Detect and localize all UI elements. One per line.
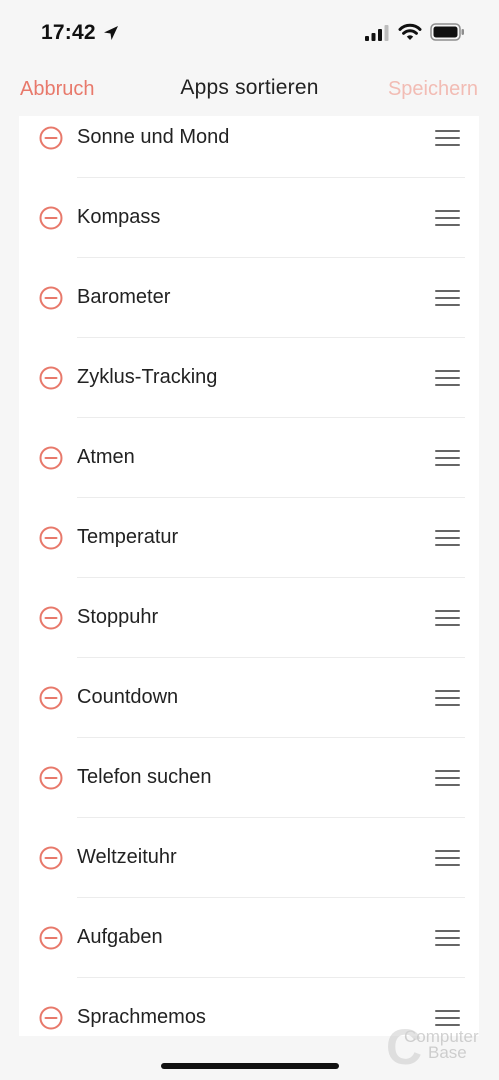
drag-handle-icon[interactable] <box>435 768 460 788</box>
remove-circle-icon[interactable] <box>39 686 63 710</box>
app-name-label: Zyklus-Tracking <box>77 366 218 388</box>
save-button[interactable]: Speichern <box>388 78 478 101</box>
app-name-label: Weltzeituhr <box>77 846 177 868</box>
remove-circle-icon[interactable] <box>39 766 63 790</box>
list-item[interactable]: Zyklus-Tracking <box>19 338 479 418</box>
list-item[interactable]: Barometer <box>19 258 479 338</box>
cellular-signal-icon <box>365 25 389 41</box>
battery-icon <box>430 23 464 41</box>
app-name-label: Kompass <box>77 206 161 228</box>
drag-handle-icon[interactable] <box>435 448 460 468</box>
status-time: 17:42 <box>41 21 96 44</box>
app-name-label: Countdown <box>77 686 179 708</box>
wifi-icon <box>398 23 422 40</box>
list-item[interactable]: Kompass <box>19 178 479 258</box>
remove-circle-icon[interactable] <box>39 606 63 630</box>
list-item[interactable]: Sonne und Mond <box>19 116 479 178</box>
drag-handle-icon[interactable] <box>435 848 460 868</box>
remove-circle-icon[interactable] <box>39 846 63 870</box>
list-item[interactable]: Atmen <box>19 418 479 498</box>
remove-circle-icon[interactable] <box>39 526 63 550</box>
app-name-label: Stoppuhr <box>77 606 159 628</box>
app-name-label: Atmen <box>77 446 135 468</box>
watermark-line-2: Base <box>428 1043 467 1062</box>
list-item[interactable]: Weltzeituhr <box>19 818 479 898</box>
drag-handle-icon[interactable] <box>435 928 460 948</box>
remove-circle-icon[interactable] <box>39 206 63 230</box>
list-item[interactable]: Stoppuhr <box>19 578 479 658</box>
app-name-label: Sonne und Mond <box>77 126 230 148</box>
drag-handle-icon[interactable] <box>435 128 460 148</box>
home-indicator[interactable] <box>161 1063 339 1069</box>
drag-handle-icon[interactable] <box>435 528 460 548</box>
list-item[interactable]: Aufgaben <box>19 898 479 978</box>
list-item[interactable]: Telefon suchen <box>19 738 479 818</box>
app-name-label: Telefon suchen <box>77 766 212 788</box>
app-name-label: Temperatur <box>77 526 179 548</box>
nav-bar: Abbruch Apps sortieren Speichern <box>0 64 499 116</box>
drag-handle-icon[interactable] <box>435 688 460 708</box>
app-name-label: Barometer <box>77 286 171 308</box>
list-item[interactable]: Countdown <box>19 658 479 738</box>
drag-handle-icon[interactable] <box>435 208 460 228</box>
remove-circle-icon[interactable] <box>39 926 63 950</box>
remove-circle-icon[interactable] <box>39 446 63 470</box>
remove-circle-icon[interactable] <box>39 1006 63 1030</box>
list-item[interactable]: Temperatur <box>19 498 479 578</box>
location-arrow-icon <box>104 26 118 40</box>
app-name-label: Sprachmemos <box>77 1006 206 1028</box>
remove-circle-icon[interactable] <box>39 126 63 150</box>
app-name-label: Aufgaben <box>77 926 163 948</box>
status-bar: 17:42 <box>0 0 499 64</box>
remove-circle-icon[interactable] <box>39 286 63 310</box>
drag-handle-icon[interactable] <box>435 608 460 628</box>
drag-handle-icon[interactable] <box>435 288 460 308</box>
remove-circle-icon[interactable] <box>39 366 63 390</box>
app-sort-list: Sonne und Mond Kompass Barometer Zyklus-Tra… <box>19 116 479 1036</box>
watermark-logo: C Computer Base <box>386 1022 496 1072</box>
drag-handle-icon[interactable] <box>435 368 460 388</box>
